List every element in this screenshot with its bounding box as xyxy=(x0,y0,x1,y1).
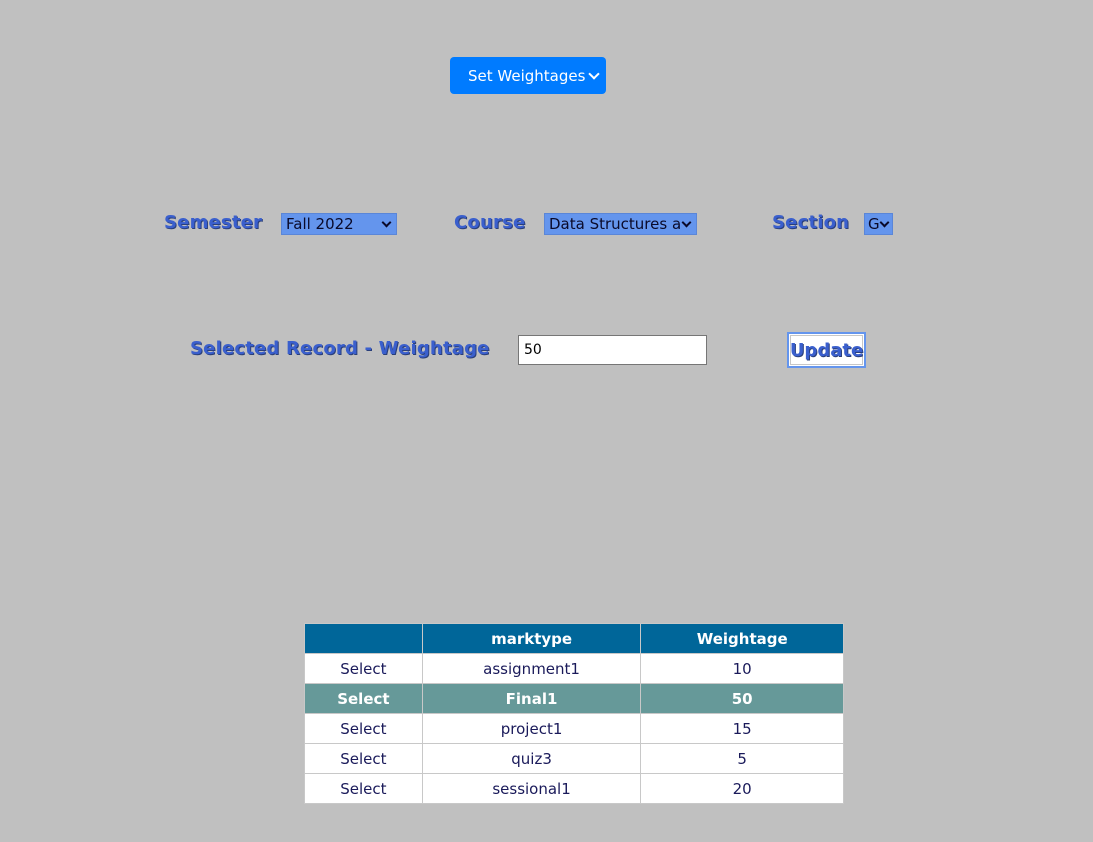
marktype-cell: Final1 xyxy=(421,683,642,714)
chevron-down-icon xyxy=(588,67,600,80)
select-link[interactable]: Select xyxy=(304,773,423,804)
weightage-cell: 5 xyxy=(640,743,844,774)
column-header-action xyxy=(304,623,423,654)
chevron-down-icon xyxy=(879,217,890,227)
course-label: Course xyxy=(454,212,526,233)
semester-label: Semester xyxy=(164,212,263,233)
weightage-cell: 50 xyxy=(640,683,844,714)
weightage-cell: 10 xyxy=(640,653,844,684)
weightage-cell: 15 xyxy=(640,713,844,744)
section-label: Section xyxy=(772,212,850,233)
table-row-selected: Select Final1 50 xyxy=(304,683,844,714)
marktype-cell: assignment1 xyxy=(421,653,642,684)
view-select[interactable]: Set Weightages xyxy=(450,57,606,94)
section-select-value: G xyxy=(868,215,880,233)
table-row: Select sessional1 20 xyxy=(304,773,844,804)
view-select-value: Set Weightages xyxy=(468,66,586,85)
select-link[interactable]: Select xyxy=(304,653,423,684)
marktype-cell: quiz3 xyxy=(421,743,642,774)
weightage-table: marktype Weightage Select assignment1 10… xyxy=(304,623,844,804)
chevron-down-icon xyxy=(381,217,392,227)
weightage-cell: 20 xyxy=(640,773,844,804)
semester-select[interactable]: Fall 2022 xyxy=(281,213,397,235)
course-select-value: Data Structures and xyxy=(549,215,680,233)
marktype-cell: sessional1 xyxy=(421,773,642,804)
semester-select-value: Fall 2022 xyxy=(286,215,354,233)
chevron-down-icon xyxy=(681,217,692,227)
weightage-input[interactable] xyxy=(518,335,707,365)
column-header-weightage: Weightage xyxy=(640,623,844,654)
table-row: Select project1 15 xyxy=(304,713,844,744)
table-row: Select assignment1 10 xyxy=(304,653,844,684)
select-link[interactable]: Select xyxy=(304,743,423,774)
course-select[interactable]: Data Structures and xyxy=(544,213,697,235)
selected-record-label: Selected Record - Weightage xyxy=(190,338,490,359)
column-header-marktype: marktype xyxy=(421,623,642,654)
select-link[interactable]: Select xyxy=(304,713,423,744)
table-row: Select quiz3 5 xyxy=(304,743,844,774)
marktype-cell: project1 xyxy=(421,713,642,744)
table-header-row: marktype Weightage xyxy=(304,623,844,654)
select-link[interactable]: Select xyxy=(304,683,423,714)
update-button[interactable]: Update xyxy=(787,332,866,368)
section-select[interactable]: G xyxy=(864,213,893,235)
